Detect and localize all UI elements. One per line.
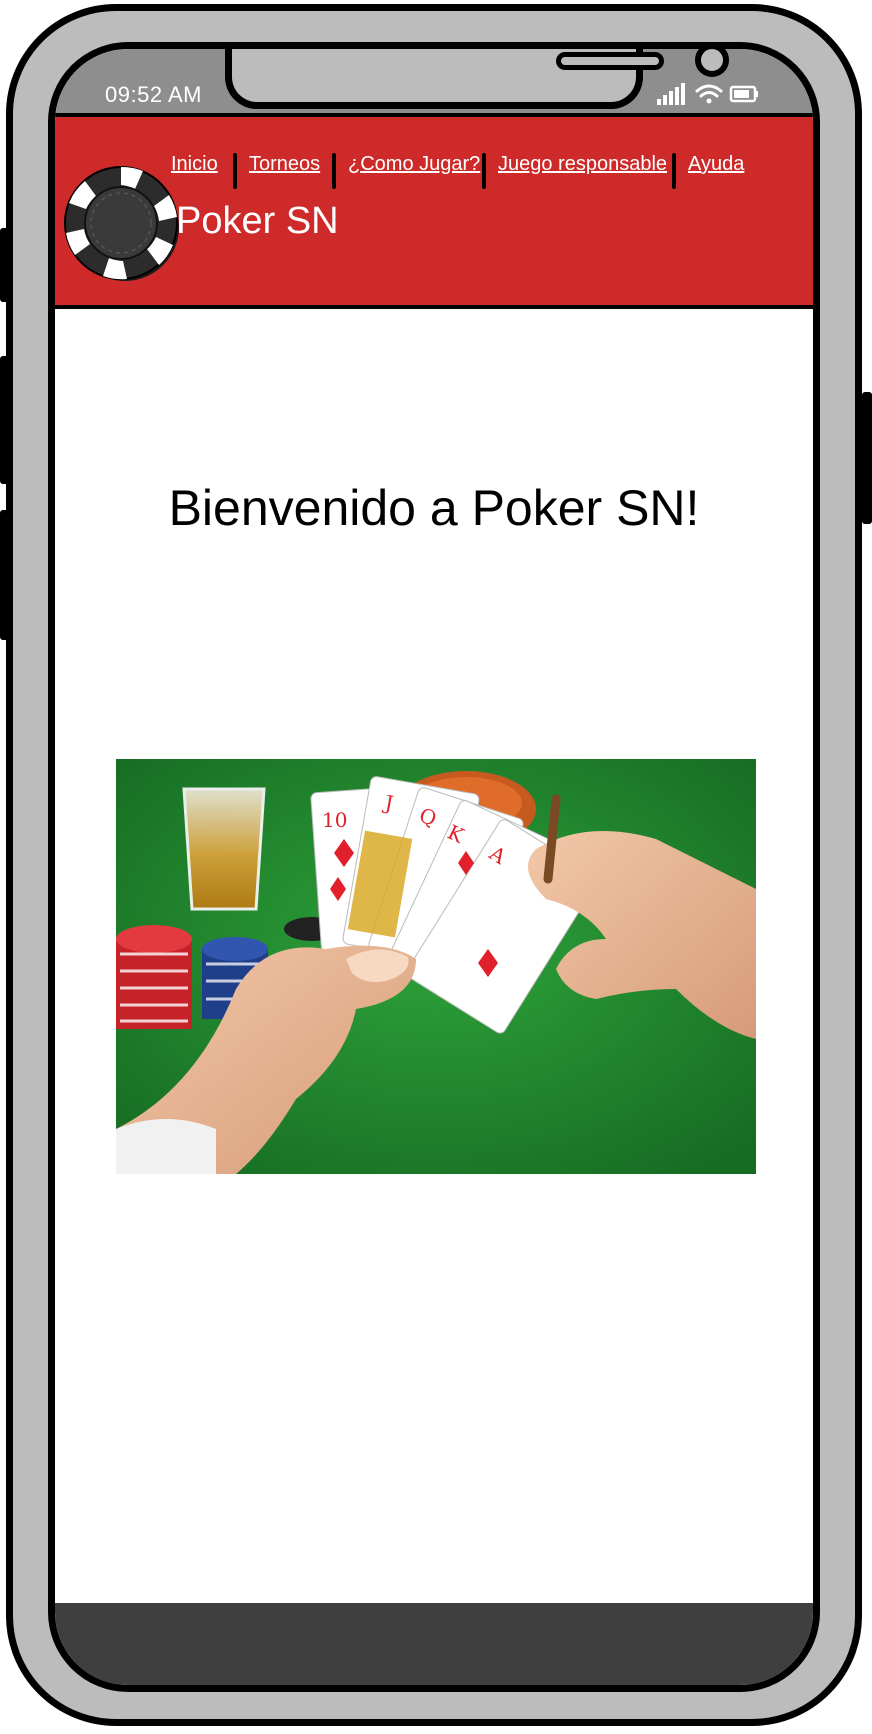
phone-notch	[225, 49, 729, 109]
phone-screen: 09:52 AM Inicio Torneos ¿Como Jugar? Jue…	[48, 42, 820, 1692]
nav-link-inicio[interactable]: Inicio	[171, 153, 218, 176]
system-icons	[657, 79, 767, 114]
poker-chip-logo-icon[interactable]	[63, 165, 183, 285]
welcome-heading: Bienvenido a Poker SN!	[168, 480, 700, 536]
wifi-icon	[695, 84, 723, 104]
front-camera	[695, 49, 729, 77]
nav-link-ayuda[interactable]: Ayuda	[688, 153, 744, 176]
battery-icon	[729, 85, 758, 103]
nav-link-torneos[interactable]: Torneos	[249, 153, 320, 176]
bottom-bar	[55, 1603, 813, 1685]
speaker-grille	[556, 52, 664, 70]
status-time: 09:52 AM	[105, 82, 202, 107]
phone-side-button	[0, 228, 9, 302]
signal-icon	[657, 83, 685, 105]
nav-divider	[672, 153, 676, 189]
svg-text:10: 10	[322, 808, 347, 832]
nav-divider	[482, 153, 486, 189]
phone-power-button	[862, 392, 872, 524]
poker-hand-photo: 10 J Q K A	[116, 759, 756, 1174]
nav-link-juego-responsable[interactable]: Juego responsable	[498, 153, 667, 176]
nav-divider	[332, 153, 336, 189]
chip-stack-red	[116, 925, 192, 1029]
site-brand[interactable]: Poker SN	[176, 200, 339, 243]
phone-volume-up-button	[0, 356, 9, 484]
phone-volume-down-button	[0, 510, 9, 640]
nav-link-como-jugar[interactable]: ¿Como Jugar?	[348, 153, 480, 176]
site-header: Inicio Torneos ¿Como Jugar? Juego respon…	[55, 113, 813, 309]
nav-divider	[233, 153, 237, 189]
